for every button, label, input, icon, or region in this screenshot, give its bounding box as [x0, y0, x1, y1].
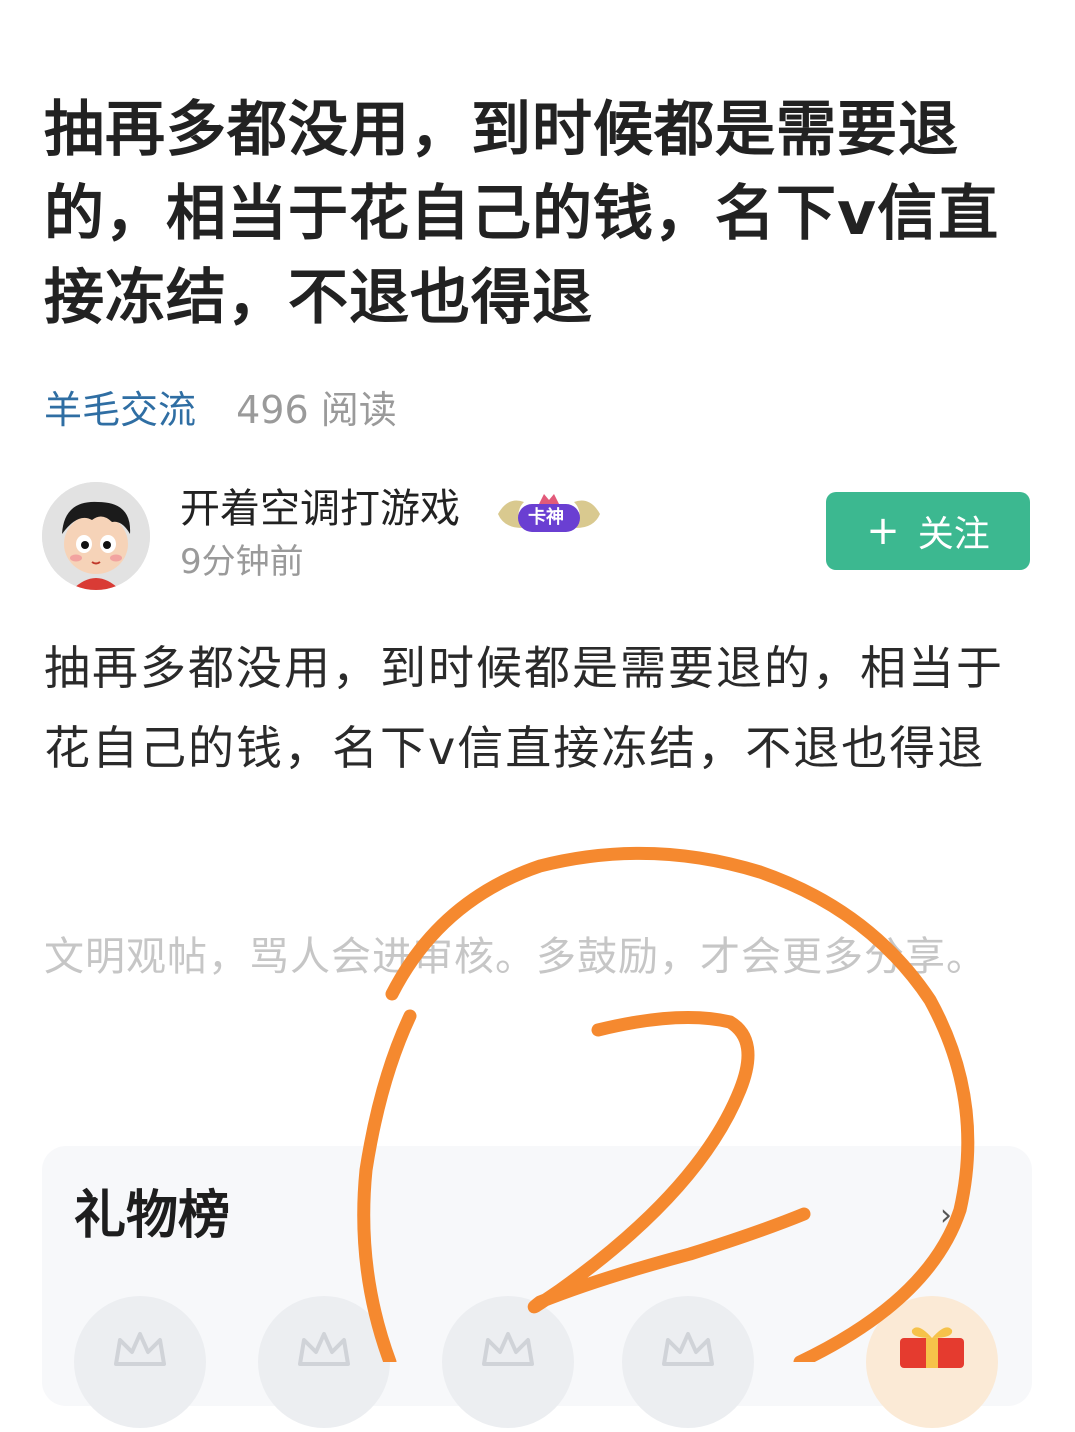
- civility-notice: 文明观帖，骂人会进审核。多鼓励，才会更多分享。: [44, 934, 987, 980]
- post-body: 抽再多都没用，到时候都是需要退的，相当于花自己的钱，名下v信直接冻结，不退也得退: [44, 641, 1004, 775]
- badge-label: 卡神: [528, 507, 564, 528]
- chevron-right-icon[interactable]: ›: [940, 1198, 952, 1233]
- send-gift-button[interactable]: [866, 1296, 998, 1428]
- author-row: 开着空调打游戏 卡神 9分钟前 + 关注: [42, 482, 1034, 592]
- follow-button[interactable]: + 关注: [826, 492, 1030, 570]
- gift-rank-slot[interactable]: [442, 1296, 574, 1428]
- avatar[interactable]: [42, 482, 150, 590]
- post-time: 9分钟前: [180, 542, 304, 582]
- post-title: 抽再多都没用，到时候都是需要退的，相当于花自己的钱，名下v信直接冻结，不退也得退: [44, 95, 1000, 333]
- author-badge: 卡神: [494, 492, 604, 538]
- gift-rank-slot[interactable]: [258, 1296, 390, 1428]
- gift-rank-slot[interactable]: [74, 1296, 206, 1428]
- topic-link[interactable]: 羊毛交流: [44, 388, 196, 432]
- gift-board-title: 礼物榜: [74, 1186, 231, 1246]
- crown-icon: [662, 1332, 714, 1366]
- crown-icon: [482, 1332, 534, 1366]
- read-count: 496 阅读: [236, 388, 397, 432]
- gift-board[interactable]: 礼物榜 ›: [42, 1146, 1032, 1428]
- plus-icon: +: [866, 508, 900, 554]
- gift-rank-slot[interactable]: [622, 1296, 754, 1428]
- crown-icon: [114, 1332, 166, 1366]
- gift-box-icon: [900, 1327, 964, 1368]
- author-name[interactable]: 开着空调打游戏: [180, 484, 460, 534]
- crown-icon: [298, 1332, 350, 1366]
- follow-label: 关注: [917, 514, 990, 555]
- post-meta: 羊毛交流 496 阅读: [44, 386, 397, 434]
- avatar-cartoon-icon: [42, 482, 150, 590]
